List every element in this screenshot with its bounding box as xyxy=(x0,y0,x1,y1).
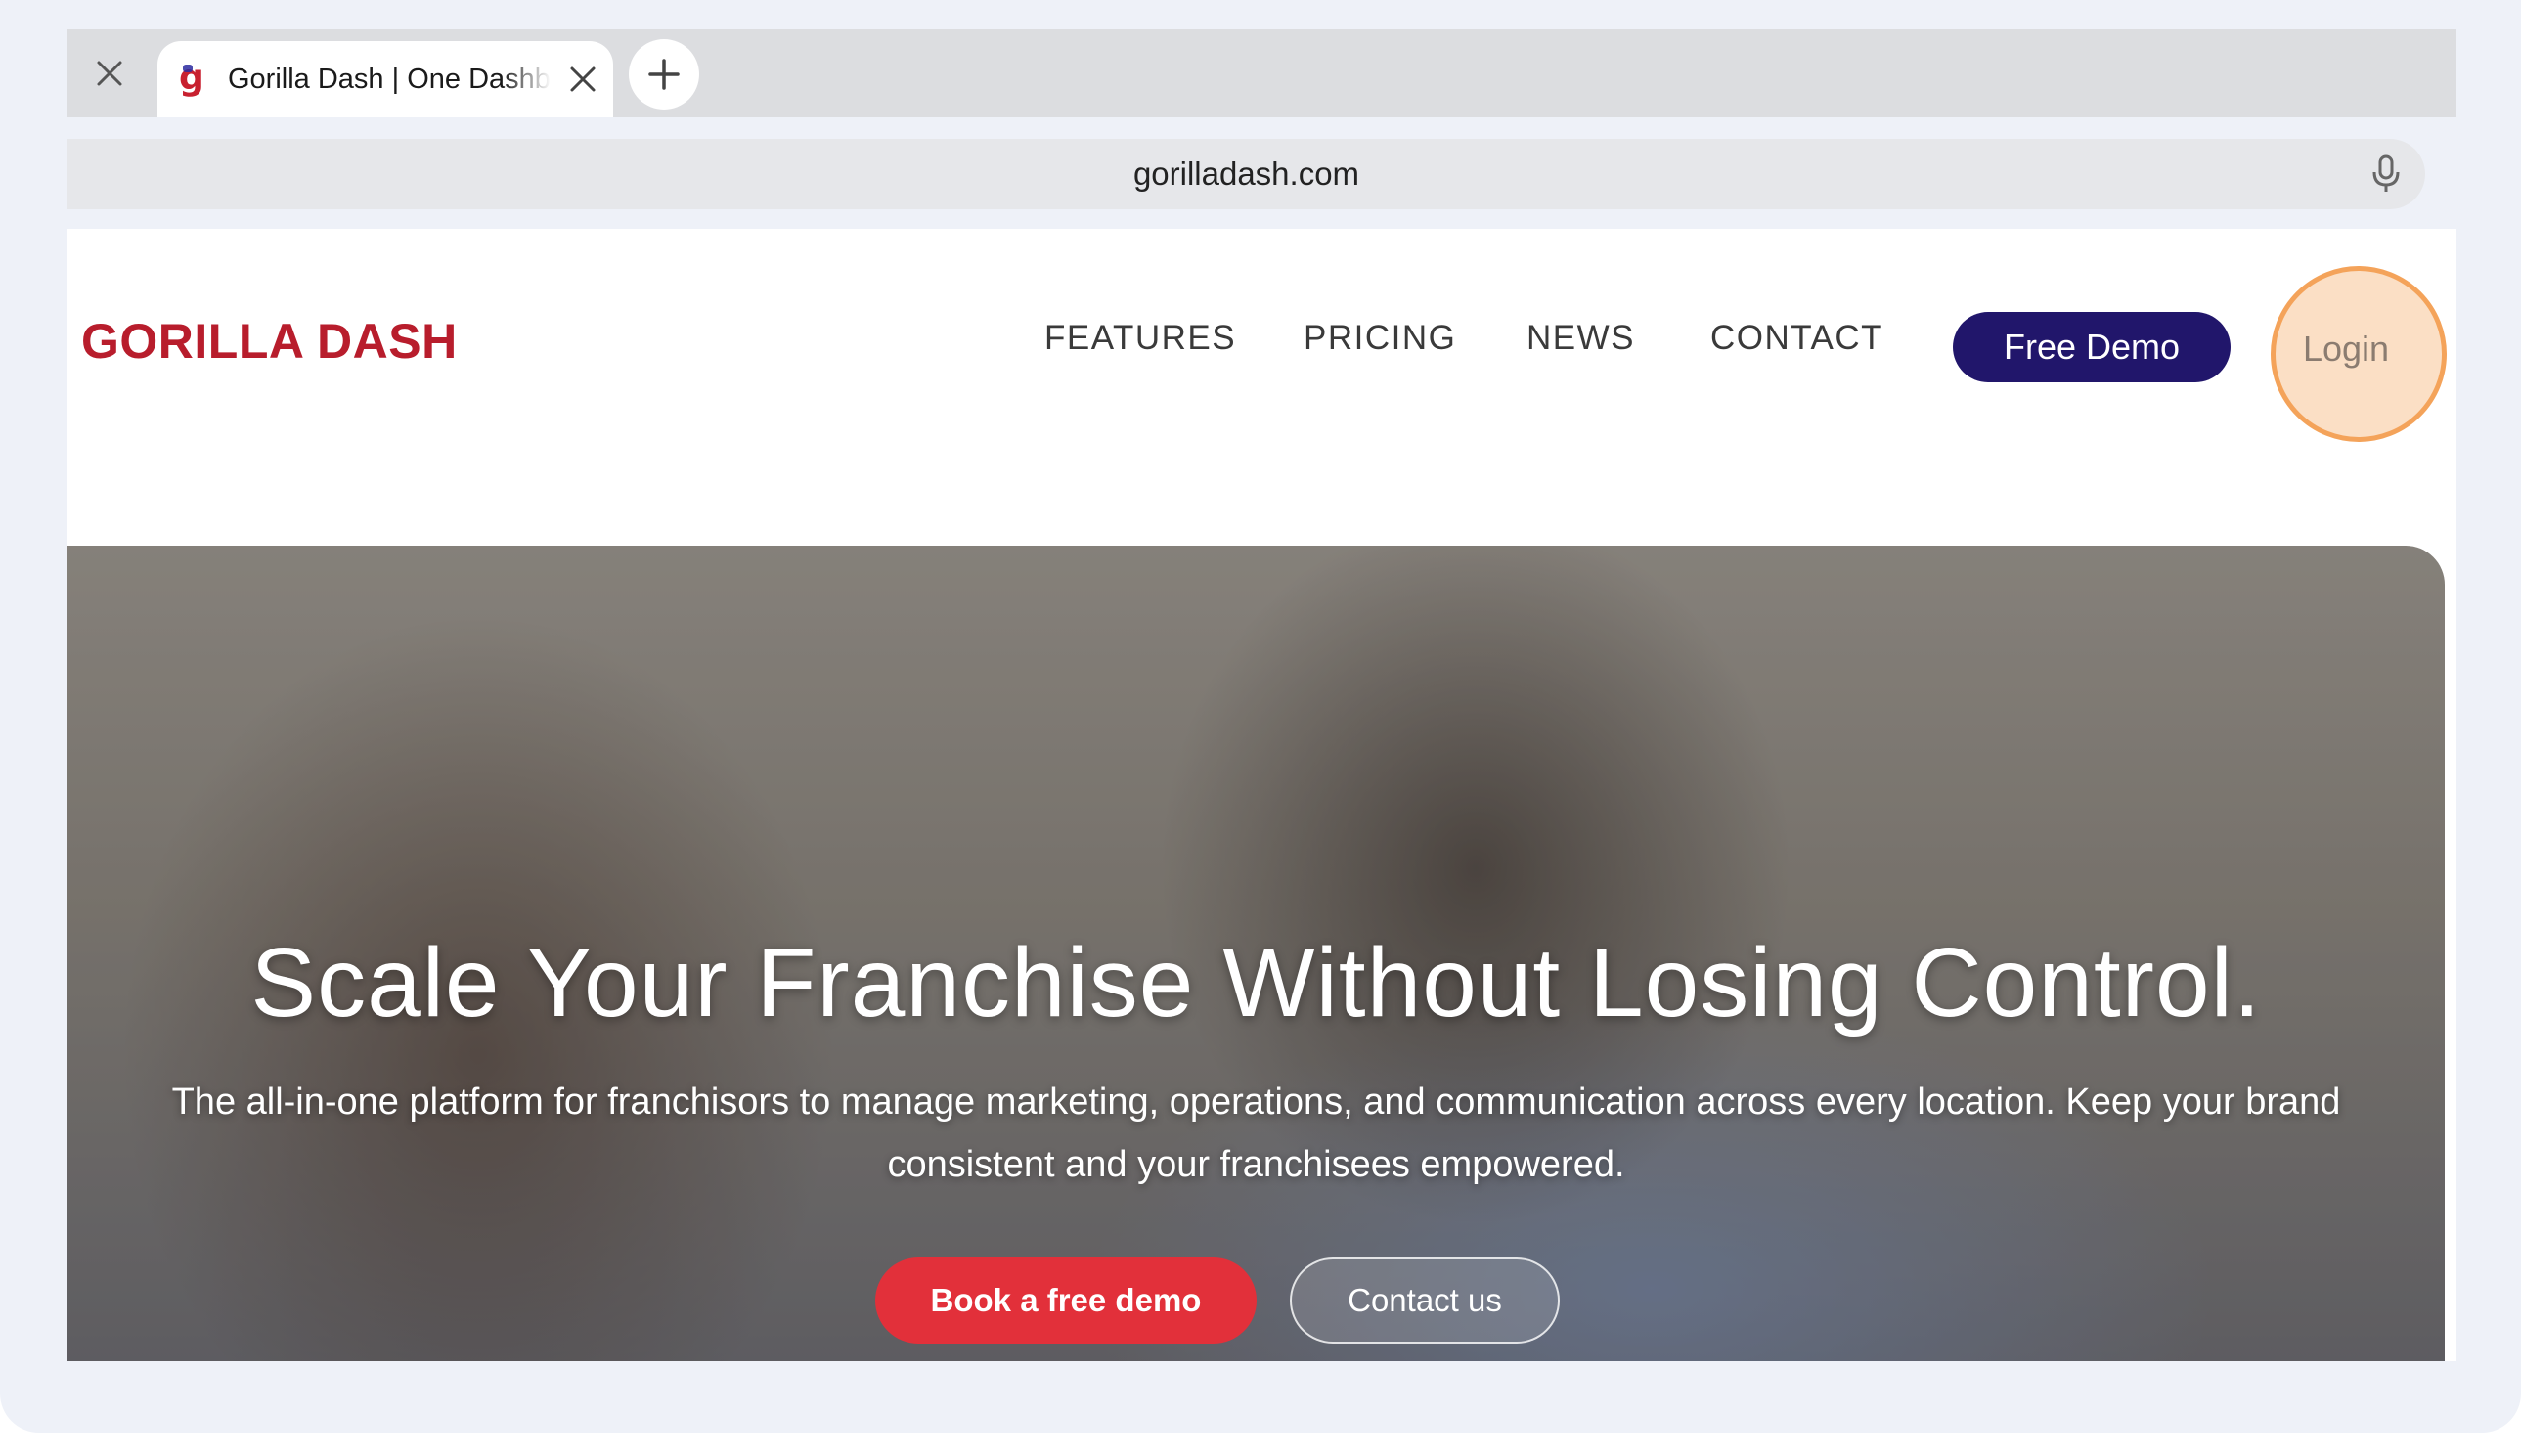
address-bar[interactable]: gorilladash.com xyxy=(67,139,2425,209)
nav-features[interactable]: FEATURES xyxy=(1044,319,1236,358)
browser-tab-bar: g Gorilla Dash | One Dashboard xyxy=(67,29,2456,117)
tab-title: Gorilla Dash | One Dashboard xyxy=(228,64,551,95)
address-url: gorilladash.com xyxy=(1132,155,1360,192)
hero-subtitle: The all-in-one platform for franchisors … xyxy=(171,1081,2341,1185)
screenshot-frame: g Gorilla Dash | One Dashboard gorillada… xyxy=(0,0,2521,1433)
web-page: GORILLA DASH FEATURES PRICING NEWS CONTA… xyxy=(67,229,2456,1361)
plus-icon xyxy=(648,59,680,90)
nav-pricing[interactable]: PRICING xyxy=(1304,319,1456,358)
nav-contact[interactable]: CONTACT xyxy=(1710,319,1883,358)
close-icon xyxy=(97,61,122,86)
close-icon xyxy=(570,66,596,92)
book-demo-button[interactable]: Book a free demo xyxy=(875,1257,1257,1344)
tab-close-button[interactable] xyxy=(564,61,601,98)
microphone-icon xyxy=(2372,154,2400,192)
login-link[interactable]: Login xyxy=(2273,320,2419,378)
site-logo[interactable]: GORILLA DASH xyxy=(81,313,458,370)
close-window-button[interactable] xyxy=(87,51,132,96)
hero-section: Scale Your Franchise Without Losing Cont… xyxy=(67,546,2445,1361)
gorilla-dash-favicon: g xyxy=(179,61,214,96)
contact-us-button[interactable]: Contact us xyxy=(1290,1257,1560,1344)
browser-tab-active[interactable]: g Gorilla Dash | One Dashboard xyxy=(157,41,613,117)
hero-title: Scale Your Franchise Without Losing Cont… xyxy=(250,928,2262,1037)
voice-search-button[interactable] xyxy=(2365,153,2408,196)
nav-news[interactable]: NEWS xyxy=(1526,319,1635,358)
new-tab-button[interactable] xyxy=(629,39,699,110)
free-demo-button[interactable]: Free Demo xyxy=(1953,312,2231,382)
